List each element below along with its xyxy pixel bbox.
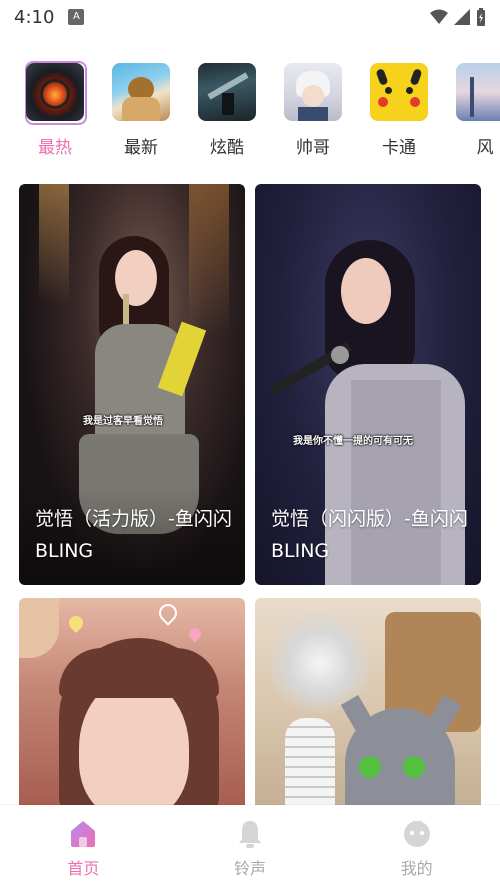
category-thumb-hot (26, 63, 84, 121)
bell-icon (234, 817, 266, 849)
card-title: 觉悟（活力版）-鱼闪闪BLING (35, 508, 232, 562)
category-label-handsome: 帅哥 (296, 138, 330, 158)
signal-icon (454, 9, 470, 25)
ringtone-card[interactable] (255, 598, 481, 818)
category-handsome[interactable]: 帅哥 (278, 58, 348, 158)
category-thumb-cool (198, 63, 256, 121)
category-label-cool: 炫酷 (210, 138, 244, 158)
wifi-icon (430, 9, 448, 24)
nav-label-ringtone: 铃声 (234, 859, 267, 878)
profile-icon (401, 817, 433, 849)
category-cartoon[interactable]: 卡通 (364, 58, 434, 158)
home-icon (67, 817, 99, 849)
category-new[interactable]: 最新 (106, 58, 176, 158)
status-icons (430, 8, 486, 26)
notification-icon: A (68, 9, 85, 25)
category-wind[interactable]: 风 (450, 58, 500, 158)
lyric-caption: 我是过客早看觉悟 (83, 416, 163, 427)
nav-ringtone[interactable]: 铃声 (167, 805, 334, 889)
category-thumb-new (112, 63, 170, 121)
card-image (255, 598, 481, 818)
bottom-nav: 首页 铃声 我的 (0, 805, 500, 889)
status-left: 4:10 A (14, 6, 85, 28)
card-title: 觉悟（闪闪版）-鱼闪闪BLING (271, 508, 468, 562)
status-bar: 4:10 A (0, 0, 500, 34)
battery-icon (477, 8, 485, 26)
category-thumb-cartoon (370, 63, 428, 121)
card-image (19, 598, 245, 818)
category-hot[interactable]: 最热 (20, 58, 90, 158)
nav-label-home: 首页 (67, 859, 100, 878)
nav-label-mine: 我的 (400, 859, 433, 878)
category-cool[interactable]: 炫酷 (192, 58, 262, 158)
lyric-caption: 我是你不懂一提的可有可无 (293, 436, 413, 447)
category-row: 最热 最新 炫酷 帅哥 卡通 风 (0, 58, 500, 168)
category-label-hot: 最热 (38, 138, 72, 158)
category-label-new: 最新 (124, 138, 158, 158)
category-label-wind: 风 (476, 138, 494, 158)
status-time: 4:10 (14, 6, 55, 28)
ringtone-card[interactable]: 我是你不懂一提的可有可无 觉悟（闪闪版）-鱼闪闪BLING (255, 184, 481, 585)
ringtone-card[interactable]: 我是过客早看觉悟 觉悟（活力版）-鱼闪闪BLING (19, 184, 245, 585)
category-thumb-wind (456, 63, 500, 121)
nav-mine[interactable]: 我的 (333, 805, 500, 889)
category-thumb-handsome (284, 63, 342, 121)
nav-home[interactable]: 首页 (0, 805, 167, 889)
ringtone-card[interactable] (19, 598, 245, 818)
category-label-cartoon: 卡通 (382, 138, 416, 158)
